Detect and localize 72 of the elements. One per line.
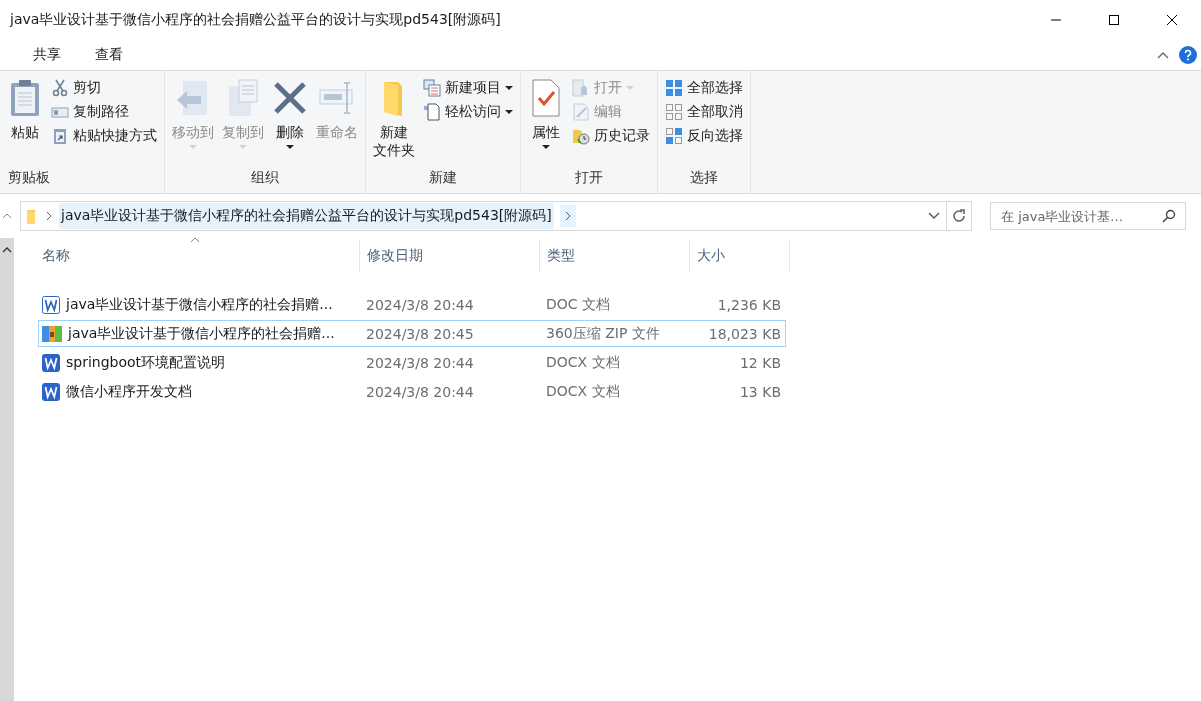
ribbon-button[interactable]: 全部选择 <box>662 77 746 99</box>
page-icon <box>423 103 441 121</box>
chevron-right-icon <box>45 211 53 221</box>
shortcut-icon <box>51 127 69 145</box>
file-size: 13 KB <box>739 383 781 400</box>
history-icon <box>572 127 590 145</box>
archive-icon <box>42 324 62 343</box>
ribbon-button[interactable]: 粘贴 <box>4 75 46 165</box>
address-bar[interactable]: java毕业设计基于微信小程序的社会捐赠公益平台的设计与实现pd543[附源码] <box>20 201 972 231</box>
file-row[interactable]: java毕业设计基于微信小程序的社会捐赠... 2024/3/8 20:44 DOC 文档 1,236 KB <box>38 291 786 318</box>
modified-date: 2024/3/8 20:44 <box>366 383 474 400</box>
column-header[interactable]: 大小 <box>697 247 725 265</box>
file-type: DOC 文档 <box>546 295 611 314</box>
window-title: java毕业设计基于微信小程序的社会捐赠公益平台的设计与实现pd543[附源码] <box>10 11 502 29</box>
chevron-right-icon[interactable] <box>563 211 572 221</box>
word-document-icon <box>42 382 60 401</box>
modified-date: 2024/3/8 20:44 <box>366 296 474 313</box>
column-header[interactable]: 类型 <box>547 247 575 265</box>
collapse-ribbon-icon[interactable] <box>1157 51 1169 59</box>
empty-grid-icon <box>665 103 683 121</box>
ribbon-button[interactable]: 反向选择 <box>662 125 746 147</box>
file-name: 微信小程序开发文档 <box>66 382 192 401</box>
scroll-up-icon[interactable] <box>2 246 12 254</box>
close-icon[interactable] <box>1166 14 1178 26</box>
mixed-grid-icon <box>665 127 683 145</box>
group-label: 组织 <box>250 168 280 187</box>
group-label: 剪贴板 <box>7 168 51 187</box>
ribbon-button[interactable]: 轻松访问 <box>420 101 516 123</box>
file-type: DOCX 文档 <box>546 382 620 401</box>
modified-date: 2024/3/8 20:45 <box>366 325 474 342</box>
ribbon-button[interactable]: 粘贴快捷方式 <box>48 125 160 147</box>
file-size: 18,023 KB <box>708 325 781 342</box>
ribbon-button[interactable]: 新建项目 <box>420 77 516 99</box>
maximize-icon[interactable] <box>1108 14 1120 26</box>
file-row[interactable]: java毕业设计基于微信小程序的社会捐赠... 2024/3/8 20:45 360压缩 ZIP 文件 18,023 KB <box>38 320 786 347</box>
file-type: 360压缩 ZIP 文件 <box>546 324 660 343</box>
search-icon <box>1162 209 1176 223</box>
ribbon-button[interactable]: 复制路径 <box>48 101 160 123</box>
file-row[interactable]: springboot环境配置说明 2024/3/8 20:44 DOCX 文档 12 KB <box>38 349 786 376</box>
ribbon-button[interactable]: 全部取消 <box>662 101 746 123</box>
open-icon <box>572 79 590 97</box>
ribbon-button[interactable]: 剪切 <box>48 77 160 99</box>
grid-icon <box>665 79 683 97</box>
group-label: 打开 <box>574 168 604 187</box>
breadcrumb[interactable]: java毕业设计基于微信小程序的社会捐赠公益平台的设计与实现pd543[附源码] <box>59 203 554 229</box>
ribbon-tab[interactable]: 共享 <box>16 42 78 68</box>
new-item-icon <box>423 79 441 97</box>
word-document-icon <box>42 353 60 372</box>
chevron-down-icon[interactable] <box>928 212 940 220</box>
modified-date: 2024/3/8 20:44 <box>366 354 474 371</box>
ribbon-button[interactable]: 新建 文件夹 <box>370 75 418 165</box>
ribbon-button[interactable]: 删除 <box>269 75 311 165</box>
search-field[interactable]: 在 java毕业设计基... <box>990 202 1186 230</box>
pencil-icon <box>572 103 590 121</box>
ribbon-tab[interactable]: 查看 <box>78 42 140 68</box>
ribbon-button[interactable]: 历史记录 <box>569 125 653 147</box>
file-name: springboot环境配置说明 <box>66 353 226 372</box>
help-icon[interactable] <box>1179 46 1197 64</box>
file-row[interactable]: 微信小程序开发文档 2024/3/8 20:44 DOCX 文档 13 KB <box>38 378 786 405</box>
file-name: java毕业设计基于微信小程序的社会捐赠... <box>68 324 335 343</box>
group-label: 新建 <box>428 168 458 187</box>
word-document-icon <box>42 295 60 314</box>
file-size: 12 KB <box>739 354 781 371</box>
group-label: 选择 <box>689 168 719 187</box>
file-size: 1,236 KB <box>717 296 781 313</box>
column-header[interactable]: 名称 <box>42 247 70 265</box>
file-name: java毕业设计基于微信小程序的社会捐赠... <box>66 295 333 314</box>
file-type: DOCX 文档 <box>546 353 620 372</box>
column-header[interactable]: 修改日期 <box>367 247 423 265</box>
scissors-icon <box>51 79 69 97</box>
scrollbar[interactable] <box>0 238 14 701</box>
ribbon-button[interactable]: 属性 <box>525 75 567 165</box>
